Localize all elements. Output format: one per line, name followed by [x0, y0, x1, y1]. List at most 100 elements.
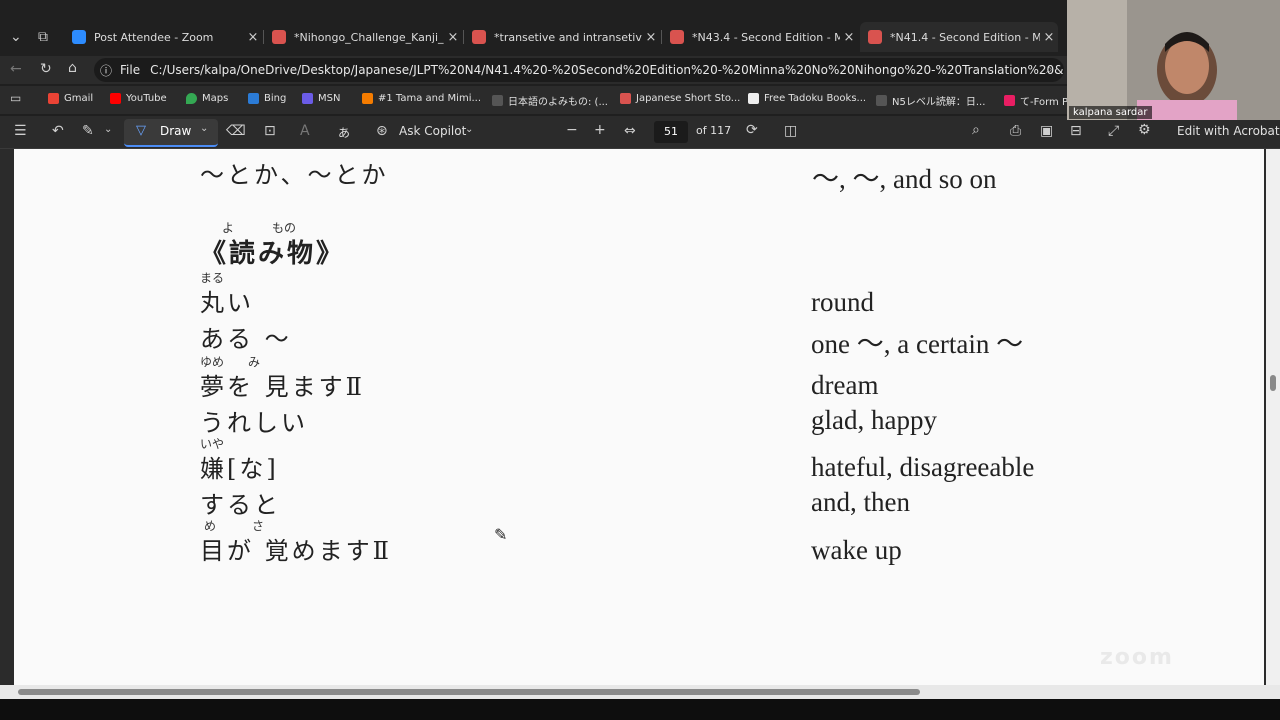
pdf-favicon-icon — [472, 30, 486, 44]
tab-close-icon[interactable]: × — [642, 30, 660, 45]
pdf-page: ～とか、～とか ～, ～, and so on よ もの 《読み物》 まる 丸い… — [14, 149, 1264, 685]
bing-icon — [248, 93, 259, 104]
pdf-icon — [620, 93, 631, 104]
vocab-en-0: round — [811, 287, 874, 317]
page-number-input[interactable]: 51 — [654, 121, 688, 143]
tab-title: *N43.4 - Second Edition - Minna N — [692, 30, 840, 44]
bottom-bar — [0, 699, 1280, 720]
read-aloud-icon[interactable]: A — [300, 123, 310, 139]
tab-title: Post Attendee - Zoom — [94, 30, 214, 44]
info-icon[interactable]: ⓘ — [100, 62, 112, 79]
bookmark-maps[interactable]: Maps — [186, 93, 228, 104]
bookmark-free-tadoku[interactable]: Free Tadoku Books... — [748, 93, 866, 104]
page-view-icon[interactable]: ◫ — [784, 123, 797, 139]
contents-icon[interactable]: ☰ — [14, 123, 27, 139]
bookmark-msn[interactable]: MSN — [302, 93, 340, 104]
tab-close-icon[interactable]: × — [1040, 30, 1058, 45]
save-icon[interactable]: ▣ — [1040, 123, 1053, 139]
vocab-en-3: glad, happy — [811, 405, 937, 435]
highlight-dropdown-icon[interactable]: ⌄ — [104, 124, 112, 135]
vocab-toka-jp: ～とか、～とか — [200, 161, 389, 189]
gmail-icon — [48, 93, 59, 104]
tab-n43-minna[interactable]: *N43.4 - Second Edition - Minna N × — [662, 24, 858, 50]
copilot-icon[interactable]: ⊛ — [376, 123, 388, 139]
zoom-video-thumbnail[interactable]: kalpana sardar — [1067, 0, 1280, 120]
settings-gear-icon[interactable]: ⚙ — [1138, 122, 1151, 138]
vocab-jp-4: 嫌[な] — [200, 455, 279, 483]
copilot-dropdown-icon[interactable]: ⌄ — [465, 124, 473, 135]
tab-close-icon[interactable]: × — [444, 30, 462, 45]
tab-close-icon[interactable]: × — [840, 30, 858, 45]
vocab-jp-2: 夢を 見ますⅡ — [200, 373, 365, 401]
section-heading-yomimono: 《読み物》 — [200, 239, 346, 269]
pdf-viewer[interactable]: ～とか、～とか ～, ～, and so on よ もの 《読み物》 まる 丸い… — [0, 149, 1280, 720]
vocab-en-5: and, then — [811, 487, 910, 517]
tab-transitive-verbs[interactable]: *transetive and intransetive verbs.p × — [464, 24, 660, 50]
vocab-en-2: dream — [811, 370, 879, 400]
vocab-jp-5: すると — [200, 491, 281, 519]
print-icon[interactable]: ⎙ — [1010, 123, 1021, 139]
tab-title: *N41.4 - Second Edition - Minna N — [890, 30, 1040, 44]
tab-n41-minna-active[interactable]: *N41.4 - Second Edition - Minna N × — [860, 22, 1058, 52]
vocab-jp-3: うれしい — [200, 409, 308, 437]
edit-with-acrobat-button[interactable]: Edit with Acrobat — [1177, 124, 1280, 138]
save-as-icon[interactable]: ⊟ — [1070, 123, 1082, 139]
zoom-in-icon[interactable]: + — [594, 122, 606, 138]
rotate-icon[interactable]: ⟳ — [746, 122, 758, 138]
home-icon[interactable]: ⌂ — [68, 60, 77, 76]
text-size-button[interactable]: あ — [338, 124, 350, 141]
zoom-out-icon[interactable]: − — [566, 122, 578, 138]
page-total: of 117 — [696, 124, 732, 137]
vertical-scroll-thumb[interactable] — [1270, 375, 1276, 391]
vocab-jp-1: ある ～ — [200, 325, 292, 353]
tab-menu-chevron-icon[interactable]: ⌄ — [10, 29, 22, 45]
address-bar[interactable]: ⓘ File C:/Users/kalpa/OneDrive/Desktop/J… — [94, 58, 1064, 82]
horizontal-scroll-thumb[interactable] — [18, 689, 920, 695]
bookmark-gmail[interactable]: Gmail — [48, 93, 93, 104]
pdf-favicon-icon — [868, 30, 882, 44]
bookmark-te-form[interactable]: て-Form Pr — [1004, 93, 1072, 108]
participant-video-image — [1067, 0, 1280, 120]
vocab-toka-en: ～, ～, and so on — [812, 164, 997, 194]
horizontal-scrollbar[interactable] — [0, 685, 1280, 699]
vocab-jp-0: 丸い — [200, 289, 254, 317]
address-scheme-label: File — [120, 63, 141, 77]
draw-dropdown-icon[interactable]: ⌄ — [200, 123, 208, 134]
bookmark-bing[interactable]: Bing — [248, 93, 286, 104]
zoom-search-icon[interactable]: ⌕ — [1046, 62, 1053, 77]
tab-close-icon[interactable]: × — [244, 30, 262, 45]
navigation-bar: ← ↻ ⌂ ⓘ File C:/Users/kalpa/OneDrive/Des… — [0, 56, 1070, 84]
highlight-icon[interactable]: ✎ — [82, 123, 94, 139]
participant-name: kalpana sardar — [1069, 106, 1152, 119]
tab-title: *transetive and intransetive verbs.p — [494, 30, 642, 44]
vocab-en-6: wake up — [811, 535, 902, 565]
maps-icon — [186, 93, 197, 104]
msn-icon — [302, 93, 313, 104]
tab-title: *Nihongo_Challenge_Kanji_N4-N5 — [294, 30, 444, 44]
bookmark-japanese-short-stories[interactable]: Japanese Short Sto... — [620, 93, 740, 104]
ask-copilot-button[interactable]: Ask Copilot — [399, 124, 466, 138]
te-form-icon — [1004, 95, 1015, 106]
back-icon[interactable]: ← — [10, 61, 22, 77]
bookmark-youtube[interactable]: YouTube — [110, 93, 167, 104]
refresh-icon[interactable]: ↻ — [40, 61, 52, 77]
draw-pen-icon: ▽ — [136, 123, 146, 138]
tab-nihongo-challenge[interactable]: *Nihongo_Challenge_Kanji_N4-N5 × — [264, 24, 462, 50]
reading-view-icon[interactable]: ▭ — [10, 91, 21, 105]
fullscreen-icon[interactable]: ⤢ — [1108, 123, 1119, 139]
fit-page-icon[interactable]: ⇔ — [624, 123, 636, 139]
vocab-en-4: hateful, disagreeable — [811, 452, 1035, 482]
address-url[interactable]: C:/Users/kalpa/OneDrive/Desktop/Japanese… — [150, 63, 1064, 77]
bookmark-tama-mimi[interactable]: #1 Tama and Mimi... — [362, 93, 481, 104]
bookmark-nihongo-yomimono[interactable]: 日本語のよみもの: (... — [492, 93, 608, 108]
search-icon[interactable]: ⌕ — [972, 122, 980, 138]
text-box-icon[interactable]: ⊡ — [264, 123, 276, 139]
tab-post-attendee[interactable]: Post Attendee - Zoom × — [64, 24, 262, 50]
bookmark-n5-dokkai[interactable]: N5レベル読解：日... — [876, 93, 985, 108]
vertical-scrollbar[interactable] — [1266, 149, 1280, 685]
workspaces-icon[interactable]: ⧉ — [38, 29, 48, 45]
eraser-icon[interactable]: ⌫ — [226, 123, 246, 139]
undo-icon[interactable]: ↶ — [52, 123, 64, 139]
draw-button[interactable]: ▽ Draw ⌄ — [124, 119, 218, 147]
site-icon — [876, 95, 887, 106]
